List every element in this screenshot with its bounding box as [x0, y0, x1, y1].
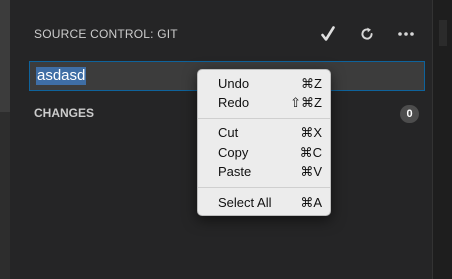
menu-item-shortcut: ⌘C [299, 145, 322, 160]
commit-message-text[interactable]: asdasd [36, 67, 87, 85]
changes-count-badge: 0 [400, 105, 419, 123]
editor-edge [432, 0, 452, 279]
refresh-icon[interactable] [357, 23, 377, 45]
editor-edge-marker [439, 20, 447, 46]
menu-item-shortcut: ⌘A [300, 195, 322, 210]
left-scrollbar-thumb[interactable] [0, 0, 10, 112]
panel-title: SOURCE CONTROL: GIT [34, 27, 178, 41]
menu-item-shortcut: ⌘X [300, 125, 322, 140]
more-icon[interactable] [396, 23, 416, 45]
checkmark-icon[interactable] [318, 23, 338, 45]
menu-separator [198, 118, 330, 119]
menu-item-copy[interactable]: Copy ⌘C [198, 144, 330, 162]
menu-item-redo[interactable]: Redo ⇧⌘Z [198, 94, 330, 112]
menu-item-undo[interactable]: Undo ⌘Z [198, 75, 330, 93]
source-control-panel: SOURCE CONTROL: GIT asdasd CHANGES 0 Und… [0, 0, 452, 279]
context-menu: Undo ⌘Z Redo ⇧⌘Z Cut ⌘X Copy ⌘C Paste ⌘V… [197, 69, 331, 216]
menu-item-shortcut: ⇧⌘Z [290, 95, 322, 110]
menu-item-label: Paste [218, 164, 252, 179]
menu-item-select-all[interactable]: Select All ⌘A [198, 194, 330, 212]
menu-item-label: Redo [218, 95, 250, 110]
menu-item-label: Undo [218, 76, 250, 91]
menu-item-cut[interactable]: Cut ⌘X [198, 124, 330, 142]
menu-item-paste[interactable]: Paste ⌘V [198, 163, 330, 181]
menu-item-label: Copy [218, 145, 249, 160]
menu-separator [198, 187, 330, 188]
left-scrollbar[interactable] [0, 0, 10, 279]
menu-item-shortcut: ⌘V [300, 164, 322, 179]
menu-item-label: Select All [218, 195, 272, 210]
changes-section-header[interactable]: CHANGES [34, 106, 94, 120]
menu-item-label: Cut [218, 125, 239, 140]
menu-item-shortcut: ⌘Z [301, 76, 322, 91]
